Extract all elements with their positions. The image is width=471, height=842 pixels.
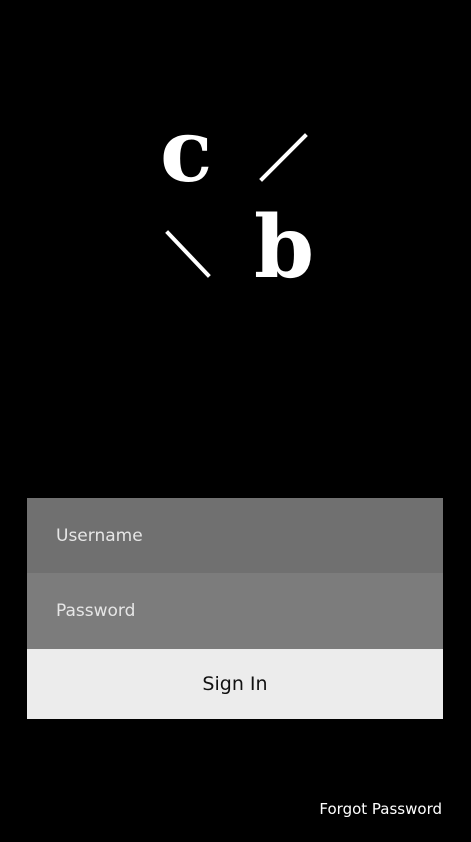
password-field[interactable] — [27, 573, 443, 649]
logo-back-slash — [165, 230, 211, 278]
sign-in-button[interactable]: Sign In — [27, 649, 443, 719]
login-form: Sign In — [27, 498, 443, 719]
cb-logo: c b — [150, 109, 320, 305]
logo-letter-b: b — [254, 197, 315, 298]
username-field[interactable] — [27, 498, 443, 573]
forgot-password-link[interactable]: Forgot Password — [319, 800, 442, 818]
logo-forward-slash — [259, 133, 308, 182]
